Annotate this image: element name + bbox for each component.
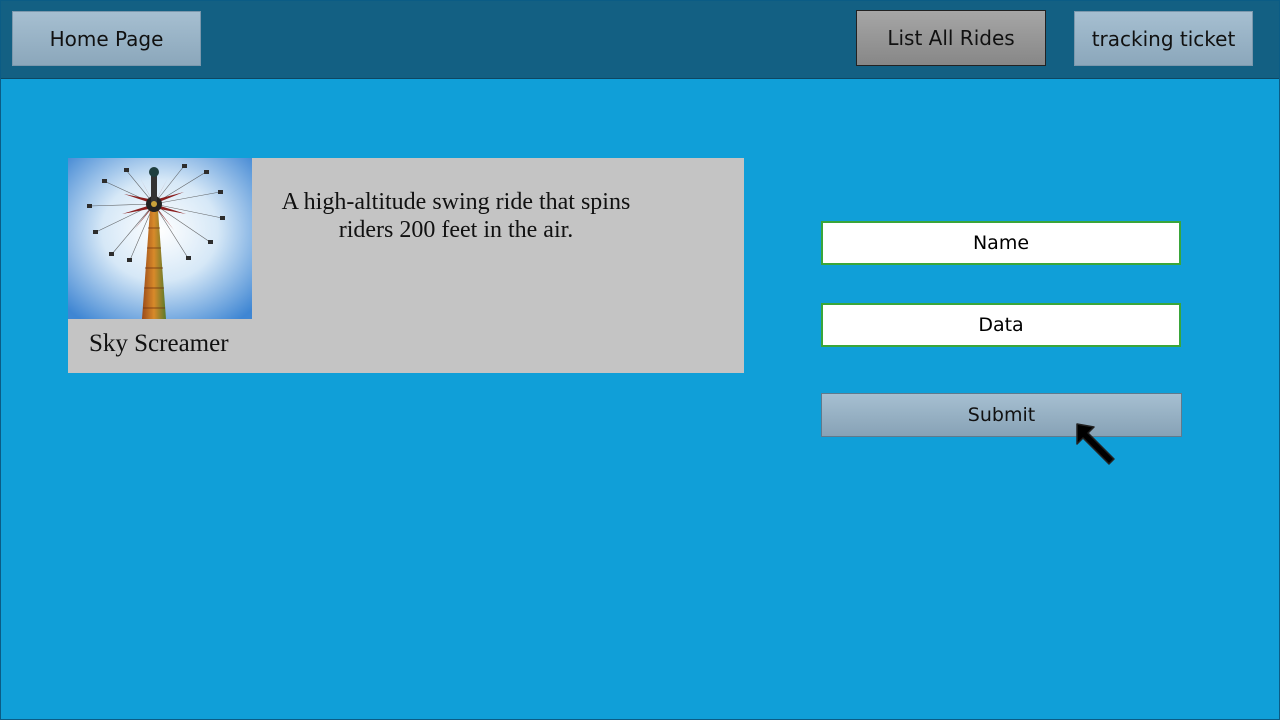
ride-photo bbox=[68, 158, 252, 319]
ride-description: A high-altitude swing ride that spins ri… bbox=[281, 189, 631, 243]
name-field[interactable] bbox=[821, 221, 1181, 265]
data-field[interactable] bbox=[821, 303, 1181, 347]
home-page-button[interactable]: Home Page bbox=[12, 11, 201, 66]
pointer-cursor-icon bbox=[1076, 423, 1115, 465]
list-all-rides-button[interactable]: List All Rides bbox=[856, 10, 1046, 66]
ride-name: Sky Screamer bbox=[89, 330, 229, 357]
tracking-ticket-button[interactable]: tracking ticket bbox=[1074, 11, 1253, 66]
page: Home Page List All Rides tracking ticket bbox=[0, 0, 1280, 720]
submit-button[interactable]: Submit bbox=[821, 393, 1182, 437]
top-nav-bar: Home Page List All Rides tracking ticket bbox=[1, 1, 1279, 79]
ride-card[interactable]: A high-altitude swing ride that spins ri… bbox=[68, 158, 744, 373]
